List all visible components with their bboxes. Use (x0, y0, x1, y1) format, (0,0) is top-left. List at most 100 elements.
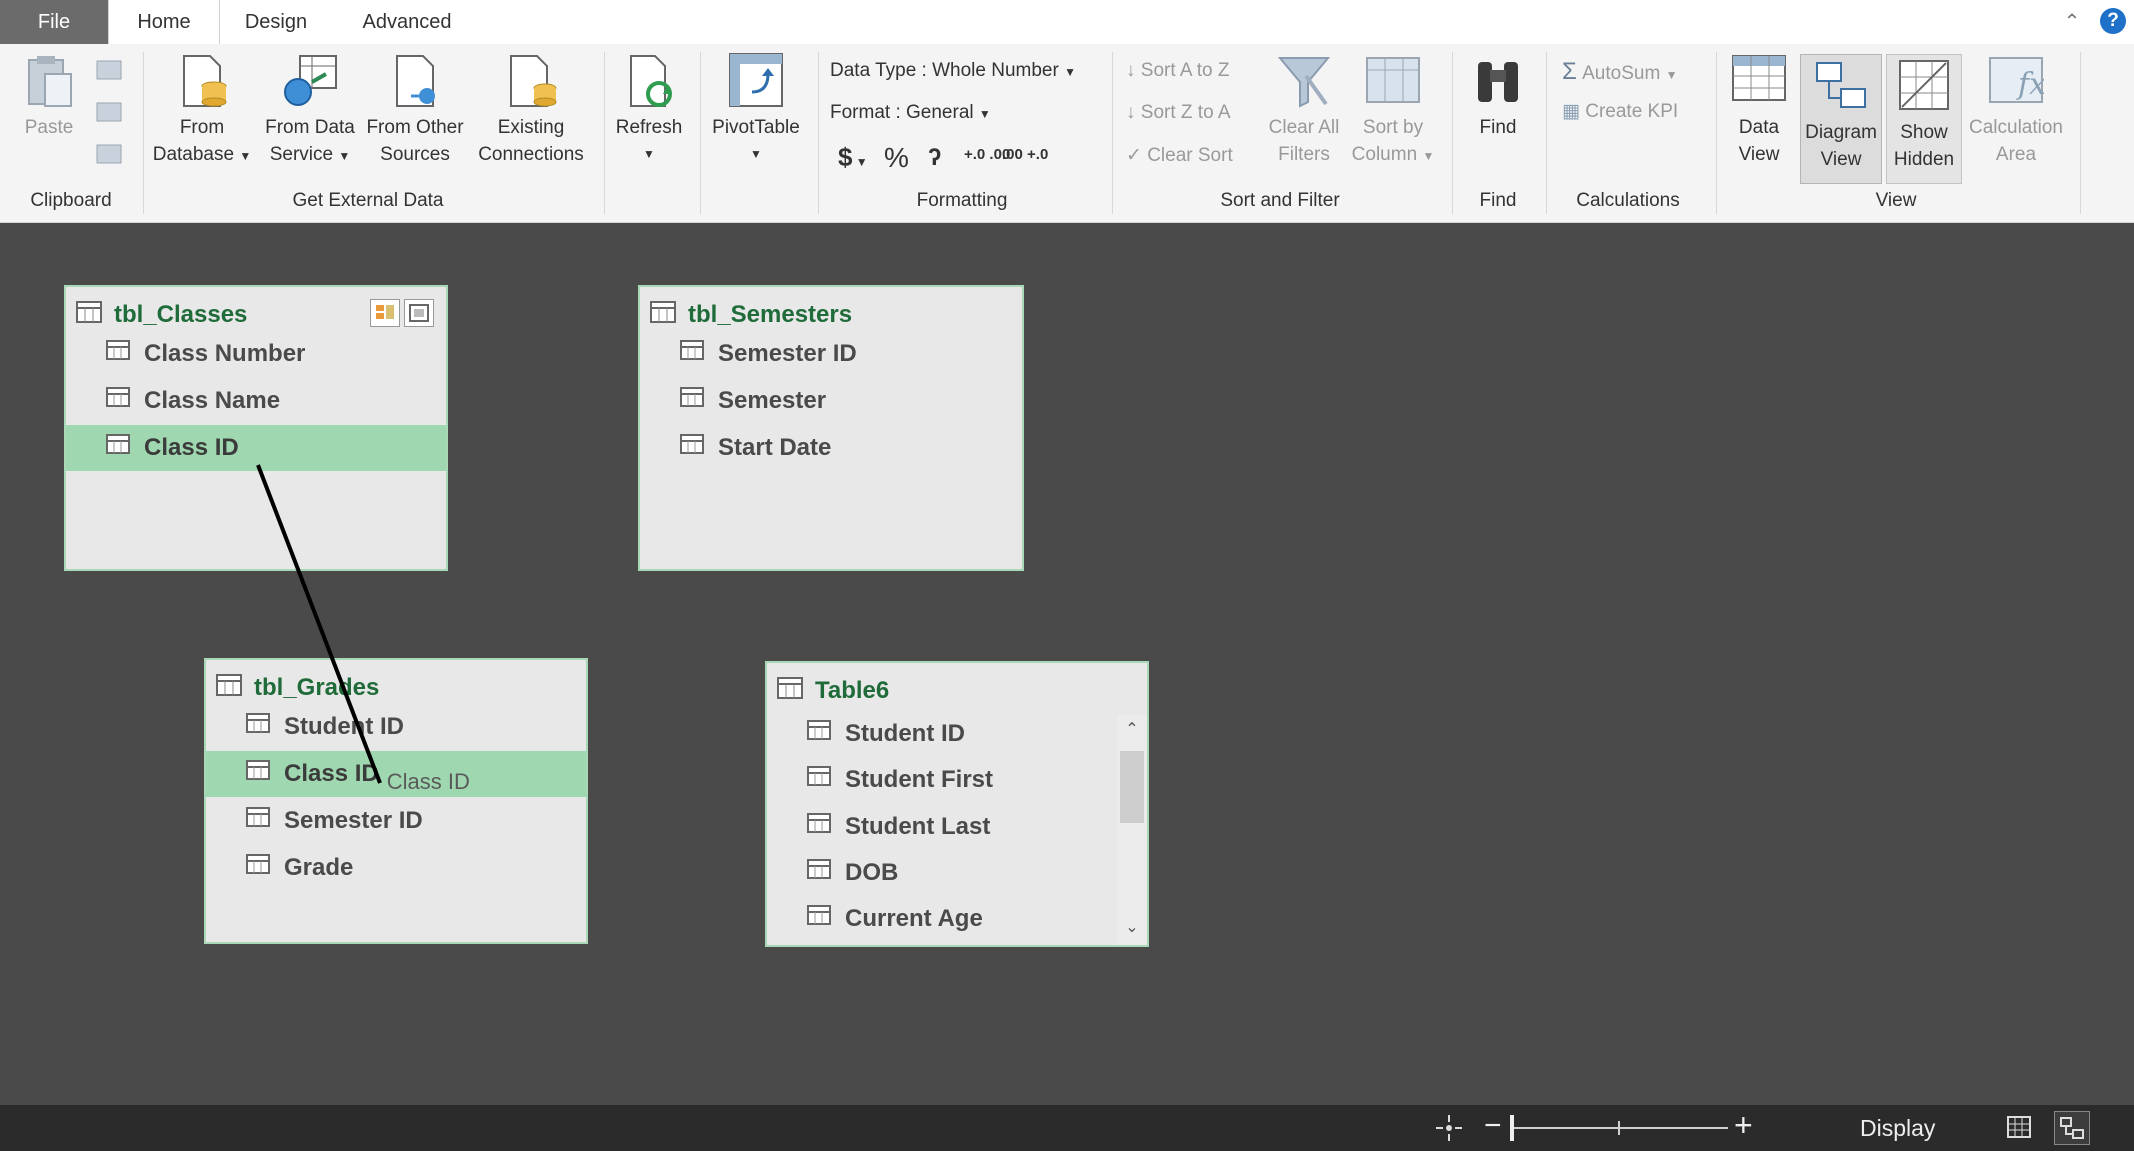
data-type-dropdown[interactable]: Data Type : Whole Number ▼ (830, 60, 1076, 82)
show-hidden-button[interactable]: Show Hidden (1886, 54, 1962, 184)
table-icon (216, 674, 242, 703)
data-service-icon (282, 52, 338, 110)
column-student-first[interactable]: Student First (767, 757, 1119, 803)
column-semester-id[interactable]: Semester ID (640, 331, 1022, 377)
clear-all-filters-button[interactable]: Clear All Filters (1262, 52, 1346, 168)
column-icon (807, 710, 831, 756)
format-painter-icon[interactable] (94, 142, 124, 172)
table-icon (650, 301, 676, 330)
scroll-up-icon[interactable]: ⌃ (1117, 719, 1147, 745)
tab-home[interactable]: Home (108, 0, 220, 44)
column-class-name[interactable]: Class Name (66, 378, 446, 424)
table-title[interactable]: tbl_Classes (76, 301, 247, 330)
help-icon[interactable]: ? (2100, 8, 2126, 34)
group-separator (1716, 52, 1717, 214)
column-semester-id[interactable]: Semester ID (206, 798, 586, 844)
grid-icon (1731, 52, 1787, 110)
calculation-area-button[interactable]: fx Calculation Area (1964, 52, 2068, 168)
sort-by-column-icon (1365, 52, 1421, 110)
group-label-calculations: Calculations (1576, 190, 1680, 211)
column-class-id[interactable]: Class ID Class ID (206, 751, 586, 797)
zoom-out-button[interactable]: − (1484, 1109, 1502, 1143)
sort-by-column-button[interactable]: Sort by Column ▼ (1350, 52, 1436, 170)
diagram-canvas[interactable]: tbl_Classes Class Number Class Name Clas… (0, 223, 2134, 1105)
column-class-number[interactable]: Class Number (66, 331, 446, 377)
sort-a-to-z-button[interactable]: ↓ Sort A to Z (1126, 60, 1230, 82)
column-icon (246, 797, 270, 843)
group-label-view: View (1875, 190, 1917, 211)
scroll-thumb[interactable] (1120, 751, 1144, 823)
column-student-id[interactable]: Student ID (206, 704, 586, 750)
fit-to-screen-icon[interactable] (1434, 1113, 1464, 1143)
sigma-icon: Σ (1562, 58, 1577, 85)
decrease-decimal-button[interactable]: .00 +.0 (1002, 146, 1048, 163)
column-start-date[interactable]: Start Date (640, 425, 1022, 471)
column-grade[interactable]: Grade (206, 845, 586, 891)
tab-advanced[interactable]: Advanced (344, 0, 470, 44)
grid-view-icon[interactable] (2006, 1115, 2032, 1144)
table-title[interactable]: tbl_Grades (216, 674, 379, 703)
group-separator (1112, 52, 1113, 214)
table-card-grades[interactable]: tbl_Grades Student ID Class ID Class ID S… (204, 658, 588, 944)
column-student-id[interactable]: Student ID (767, 711, 1119, 757)
table-title[interactable]: tbl_Semesters (650, 301, 852, 330)
sort-za-icon: ↓ (1126, 102, 1136, 123)
create-kpi-button[interactable]: ▦ Create KPI (1562, 100, 1678, 123)
column-icon (807, 849, 831, 895)
paste-button[interactable]: Paste (14, 52, 84, 141)
group-separator (1452, 52, 1453, 214)
column-student-last[interactable]: Student Last (767, 804, 1119, 850)
zoom-slider[interactable] (1510, 1115, 1728, 1141)
column-icon (246, 844, 270, 890)
autosum-button[interactable]: Σ AutoSum ▼ (1562, 58, 1677, 86)
existing-connections-button[interactable]: Existing Connections (474, 52, 588, 168)
column-icon (106, 330, 130, 376)
find-button[interactable]: Find (1462, 52, 1534, 141)
group-label-find: Find (1479, 190, 1517, 211)
column-icon (807, 756, 831, 802)
table-card-table6[interactable]: Table6 Student ID Student First Student … (765, 661, 1149, 947)
table-scrollbar[interactable]: ⌃ ⌄ (1117, 715, 1147, 945)
format-dropdown[interactable]: Format : General ▼ (830, 102, 991, 124)
table-title[interactable]: Table6 (777, 677, 889, 706)
column-class-id[interactable]: Class ID (66, 425, 446, 471)
data-view-button[interactable]: Data View (1722, 52, 1796, 168)
tab-file[interactable]: File (0, 0, 108, 44)
scroll-down-icon[interactable]: ⌄ (1117, 917, 1147, 943)
zoom-in-button[interactable]: + (1734, 1107, 1753, 1144)
sort-z-to-a-button[interactable]: ↓ Sort Z to A (1126, 102, 1231, 124)
comma-format-button[interactable]: ʔ (928, 144, 941, 172)
tab-design[interactable]: Design (228, 0, 324, 44)
column-current-age[interactable]: Current Age (767, 896, 1119, 942)
refresh-button[interactable]: Refresh ▼ (610, 52, 688, 168)
column-icon (246, 703, 270, 749)
column-semester[interactable]: Semester (640, 378, 1022, 424)
clear-sort-button[interactable]: ✓ Clear Sort (1126, 144, 1233, 167)
from-other-sources-button[interactable]: From Other Sources (362, 52, 468, 168)
table-card-semesters[interactable]: tbl_Semesters Semester ID Semester Start… (638, 285, 1024, 571)
group-label-clipboard: Clipboard (30, 190, 112, 211)
show-hidden-icon (1896, 57, 1952, 115)
pivottable-button[interactable]: PivotTable ▼ (706, 52, 806, 168)
column-icon (680, 377, 704, 423)
group-separator (143, 52, 144, 214)
column-dob[interactable]: DOB (767, 850, 1119, 896)
column-icon (807, 803, 831, 849)
copy-icon[interactable] (94, 100, 124, 130)
collapse-ribbon-icon[interactable]: ⌃ (2060, 10, 2084, 34)
group-separator (2080, 52, 2081, 214)
diagram-view-button[interactable]: Diagram View (1800, 54, 1882, 184)
percent-format-button[interactable]: % (884, 142, 909, 174)
pivottable-icon (728, 52, 784, 110)
maximize-table-icon[interactable] (370, 299, 400, 327)
from-data-service-button[interactable]: From Data Service ▼ (258, 52, 362, 170)
restore-table-icon[interactable] (404, 299, 434, 327)
from-database-button[interactable]: From Database ▼ (148, 52, 256, 170)
currency-format-button[interactable]: $ ▼ (838, 142, 868, 173)
cut-icon[interactable] (94, 58, 124, 88)
svg-text:fx: fx (2016, 67, 2044, 102)
zoom-slider-thumb[interactable] (1510, 1115, 1514, 1141)
table-card-classes[interactable]: tbl_Classes Class Number Class Name Clas… (64, 285, 448, 571)
group-separator (1546, 52, 1547, 214)
diagram-view-icon[interactable] (2054, 1111, 2090, 1145)
